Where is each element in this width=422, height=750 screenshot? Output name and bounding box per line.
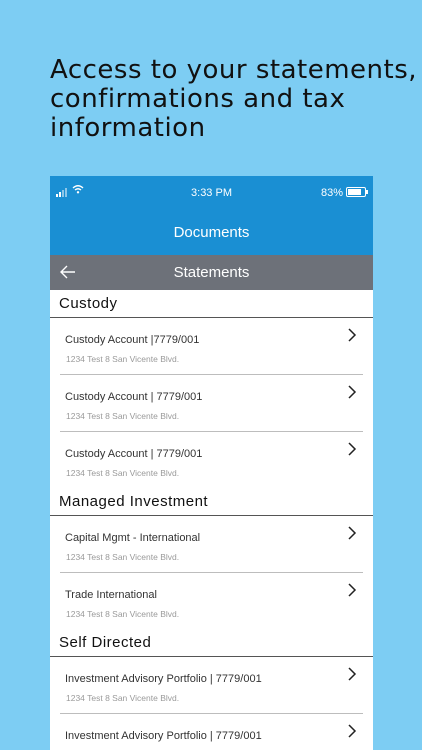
account-title: Custody Account |7779/001	[65, 334, 200, 346]
section-group: Capital Mgmt - International 1234 Test 8 …	[50, 516, 373, 629]
account-title: Custody Account | 7779/001	[65, 448, 203, 460]
account-address: 1234 Test 8 San Vicente Blvd.	[66, 552, 180, 562]
account-title: Capital Mgmt - International	[65, 532, 201, 544]
status-bar: 3:33 PM 83%	[50, 176, 373, 209]
statements-list: Custody Custody Account |7779/001 1234 Tes…	[50, 290, 373, 750]
section-header: Managed Investment	[50, 488, 373, 516]
account-row[interactable]: Investment Advisory Portfolio | 7779/001	[60, 714, 363, 750]
section-header: Self Directed	[50, 629, 373, 657]
account-row[interactable]: Custody Account |7779/001 1234 Test 8 San…	[60, 318, 363, 375]
account-row[interactable]: Custody Account | 7779/001 1234 Test 8 Sa…	[60, 375, 363, 432]
headline-line-2: confirmations and tax	[50, 84, 346, 114]
chevron-right-icon	[348, 667, 357, 681]
section-header: Custody	[50, 290, 373, 318]
account-address: 1234 Test 8 San Vicente Blvd.	[66, 693, 180, 703]
account-title: Investment Advisory Portfolio | 7779/001	[65, 730, 262, 742]
app-bar-title: Documents	[173, 223, 250, 241]
account-address: 1234 Test 8 San Vicente Blvd.	[66, 354, 180, 364]
headline-line-3: information	[50, 113, 206, 143]
headline-line-1: Access to your statements,	[50, 55, 418, 85]
account-title: Custody Account | 7779/001	[65, 391, 203, 403]
statements-title: Statements	[173, 264, 250, 281]
account-address: 1234 Test 8 San Vicente Blvd.	[66, 411, 180, 421]
statements-bar: Statements	[50, 255, 373, 290]
account-row[interactable]: Trade International 1234 Test 8 San Vicen…	[60, 573, 363, 629]
battery-icon	[346, 187, 368, 197]
chevron-right-icon	[348, 328, 357, 342]
section-group: Custody Account |7779/001 1234 Test 8 San…	[50, 318, 373, 488]
marketing-headline: Access to your statements, confirmations…	[50, 55, 418, 143]
account-title: Investment Advisory Portfolio | 7779/001	[65, 673, 262, 685]
account-row[interactable]: Capital Mgmt - International 1234 Test 8 …	[60, 516, 363, 573]
account-address: 1234 Test 8 San Vicente Blvd.	[66, 609, 180, 619]
section-group: Investment Advisory Portfolio | 7779/001…	[50, 657, 373, 750]
account-title: Trade International	[65, 589, 157, 601]
account-address: 1234 Test 8 San Vicente Blvd.	[66, 468, 180, 478]
battery-fill	[348, 189, 362, 195]
chevron-right-icon	[348, 385, 357, 399]
chevron-right-icon	[348, 724, 357, 738]
phone-screen: 3:33 PM 83% Documents Statements Custody…	[50, 176, 373, 750]
account-row[interactable]: Investment Advisory Portfolio | 7779/001…	[60, 657, 363, 714]
chevron-right-icon	[348, 526, 357, 540]
chevron-right-icon	[348, 583, 357, 597]
app-bar: Documents	[50, 209, 373, 255]
chevron-right-icon	[348, 442, 357, 456]
back-arrow-icon[interactable]	[58, 262, 78, 282]
battery-percentage: 83%	[320, 187, 343, 199]
account-row[interactable]: Custody Account | 7779/001 1234 Test 8 Sa…	[60, 432, 363, 488]
